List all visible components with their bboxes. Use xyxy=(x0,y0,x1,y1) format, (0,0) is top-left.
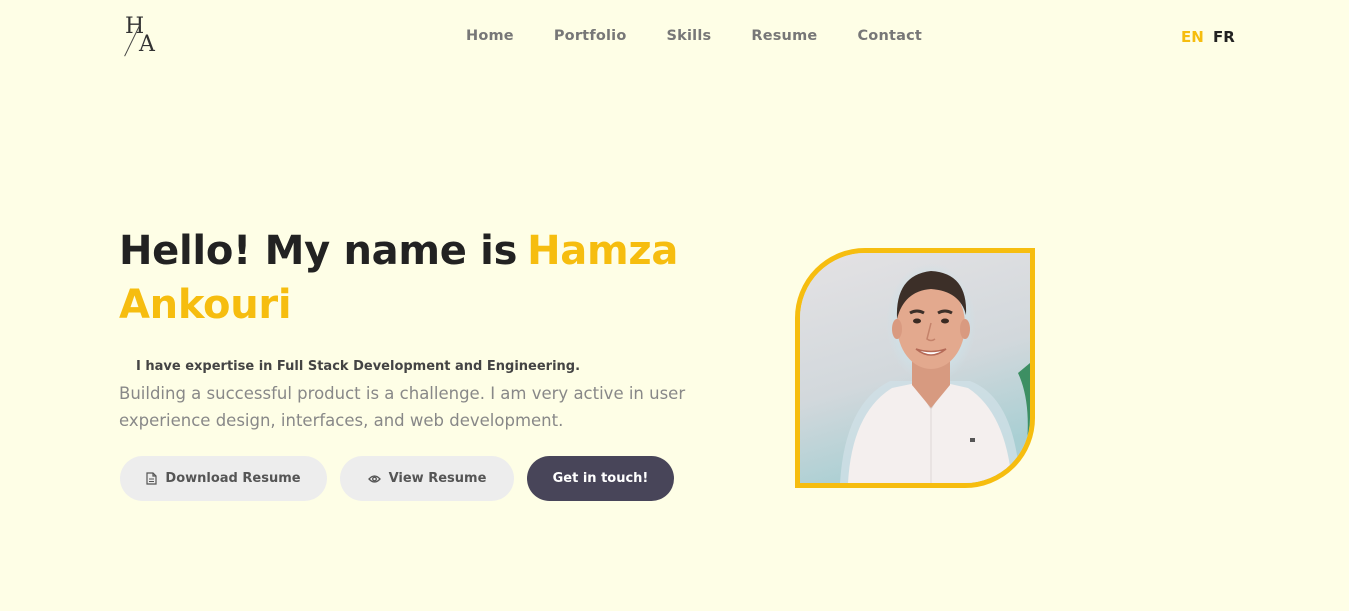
nav-portfolio[interactable]: Portfolio xyxy=(554,28,627,44)
nav-resume[interactable]: Resume xyxy=(751,28,817,44)
lang-fr[interactable]: FR xyxy=(1213,28,1235,46)
download-resume-label: Download Resume xyxy=(165,471,301,486)
document-icon xyxy=(146,472,158,485)
view-resume-label: View Resume xyxy=(388,471,487,486)
language-switcher: EN FR xyxy=(1181,28,1235,46)
hero-name-last: Ankouri xyxy=(119,282,292,328)
profile-photo xyxy=(795,248,1035,488)
main-nav: Home Portfolio Skills Resume Contact xyxy=(466,28,962,44)
logo[interactable]: H A xyxy=(122,14,162,60)
nav-contact[interactable]: Contact xyxy=(857,28,922,44)
eye-icon xyxy=(367,474,381,484)
hero-name-first: Hamza xyxy=(527,228,679,274)
nav-home[interactable]: Home xyxy=(466,28,514,44)
hero-title: Hello! My name is Hamza Ankouri xyxy=(119,224,699,332)
get-in-touch-button[interactable]: Get in touch! xyxy=(527,456,674,501)
page: H A Home Portfolio Skills Resume Contact… xyxy=(0,0,1349,611)
view-resume-button[interactable]: View Resume xyxy=(340,456,514,501)
lang-en[interactable]: EN xyxy=(1181,28,1204,46)
hero-title-prefix: Hello! My name is xyxy=(119,228,518,274)
get-in-touch-label: Get in touch! xyxy=(552,471,649,486)
nav-skills[interactable]: Skills xyxy=(667,28,712,44)
expertise-text: I have expertise in Full Stack Developme… xyxy=(136,359,581,374)
hero-description: Building a successful product is a chall… xyxy=(119,384,686,430)
download-resume-button[interactable]: Download Resume xyxy=(120,456,327,501)
